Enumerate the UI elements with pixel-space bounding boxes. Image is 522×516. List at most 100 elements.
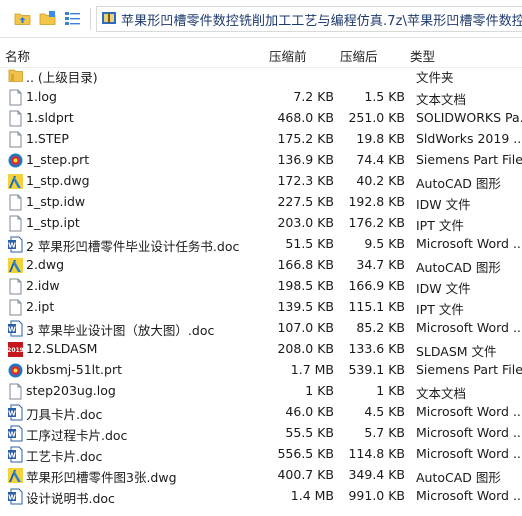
file-size: 203.0 KB	[277, 215, 334, 230]
svg-text:W: W	[8, 410, 16, 418]
file-row[interactable]: 2.dwg 166.8 KB 34.7 KB AutoCAD 图形	[0, 255, 522, 276]
file-compressed-size: 176.2 KB	[348, 215, 405, 230]
file-name: 1.log	[26, 89, 57, 104]
file-compressed-size: 1 KB	[376, 383, 405, 398]
file-size: 166.8 KB	[277, 257, 334, 272]
file-type: Microsoft Word ...	[416, 404, 522, 419]
file-name: 1_stp.dwg	[26, 173, 90, 188]
file-size: 172.3 KB	[277, 173, 334, 188]
file-name: 1_stp.ipt	[26, 215, 80, 230]
file-compressed-size: 133.6 KB	[348, 341, 405, 356]
file-type: SOLIDWORKS Pa...	[416, 110, 522, 125]
address-bar[interactable]: 苹果形凹槽零件数控铣削加工工艺与编程仿真.7z\苹果形凹槽零件数控铣削加	[96, 6, 522, 32]
file-size: 55.5 KB	[285, 425, 334, 440]
file-type: AutoCAD 图形	[416, 260, 501, 275]
file-row[interactable]: W 2 苹果形凹槽零件毕业设计任务书.doc 51.5 KB 9.5 KB Micros…	[0, 234, 522, 255]
siemens-file-icon	[7, 152, 24, 169]
file-name: bkbsmj-51lt.prt	[26, 362, 123, 377]
file-row[interactable]: 1_stp.ipt 203.0 KB 176.2 KB IPT 文件	[0, 213, 522, 234]
file-compressed-size: 251.0 KB	[348, 110, 405, 125]
file-type: 文件夹	[416, 70, 454, 85]
toolbar-separator	[90, 8, 91, 30]
file-compressed-size: 991.0 KB	[348, 488, 405, 503]
archive-icon	[101, 10, 117, 29]
file-row[interactable]: 1.STEP 175.2 KB 19.8 KB SldWorks 2019 ...	[0, 129, 522, 150]
file-row[interactable]: bkbsmj-51lt.prt 1.7 MB 539.1 KB Siemens Par…	[0, 360, 522, 381]
file-compressed-size: 9.5 KB	[364, 236, 405, 251]
svg-text:W: W	[8, 452, 16, 460]
column-type[interactable]: 类型	[410, 46, 435, 65]
file-type: IDW 文件	[416, 281, 471, 296]
file-row[interactable]: W 刀具卡片.doc 46.0 KB 4.5 KB Microsoft Word ...	[0, 402, 522, 423]
grid-view-icon[interactable]	[64, 10, 81, 27]
column-compressed-size[interactable]: 压缩后	[340, 46, 378, 65]
file-list: .. (上级目录) 文件夹 1.log 7.2 KB 1.5 KB 文本文档 1.sldpr…	[0, 65, 522, 507]
file-size: 175.2 KB	[277, 131, 334, 146]
file-size: 556.5 KB	[277, 446, 334, 461]
file-size: 1.4 MB	[290, 488, 334, 503]
file-compressed-size: 115.1 KB	[348, 299, 405, 314]
word-file-icon: W	[7, 320, 24, 337]
column-name[interactable]: 名称	[5, 46, 30, 65]
parent-directory-row[interactable]: .. (上级目录) 文件夹	[0, 65, 522, 87]
file-name: 2.ipt	[26, 299, 55, 314]
file-type: 文本文档	[416, 386, 467, 401]
file-row[interactable]: W 工艺卡片.doc 556.5 KB 114.8 KB Microsoft Word …	[0, 444, 522, 465]
file-name: 2.dwg	[26, 257, 65, 272]
file-name: step203ug.log	[26, 383, 116, 398]
file-row[interactable]: 2.idw 198.5 KB 166.9 KB IDW 文件	[0, 276, 522, 297]
column-header: 名称 压缩前 压缩后 类型	[0, 38, 522, 68]
siemens-file-icon	[7, 362, 24, 379]
text-file-icon	[7, 299, 24, 316]
file-compressed-size: 114.8 KB	[348, 446, 405, 461]
file-row[interactable]: 苹果形凹槽零件图3张.dwg 400.7 KB 349.4 KB AutoCAD 图形	[0, 465, 522, 486]
file-compressed-size: 166.9 KB	[348, 278, 405, 293]
file-row[interactable]: 1.sldprt 468.0 KB 251.0 KB SOLIDWORKS Pa...	[0, 108, 522, 129]
file-name: 工艺卡片.doc	[26, 449, 103, 464]
file-row[interactable]: 1_step.prt 136.9 KB 74.4 KB Siemens Part Fi…	[0, 150, 522, 171]
file-size: 1.7 MB	[290, 362, 334, 377]
file-name: 1_step.prt	[26, 152, 90, 167]
file-name: 12.SLDASM	[26, 341, 98, 356]
file-type: Microsoft Word ...	[416, 425, 522, 440]
file-size: 1 KB	[305, 383, 334, 398]
file-name: 工序过程卡片.doc	[26, 428, 128, 443]
address-path: 苹果形凹槽零件数控铣削加工工艺与编程仿真.7z\苹果形凹槽零件数控铣削加	[121, 13, 522, 29]
text-file-icon	[7, 278, 24, 295]
file-type: AutoCAD 图形	[416, 176, 501, 191]
parent-folder-icon	[7, 67, 24, 84]
autocad-file-icon	[7, 467, 24, 484]
sldasm-file-icon: 2019	[7, 341, 24, 358]
file-name: 2.idw	[26, 278, 60, 293]
file-compressed-size: 74.4 KB	[356, 152, 405, 167]
svg-text:W: W	[8, 431, 16, 439]
file-compressed-size: 19.8 KB	[356, 131, 405, 146]
file-row[interactable]: step203ug.log 1 KB 1 KB 文本文档	[0, 381, 522, 402]
file-row[interactable]: 1_stp.dwg 172.3 KB 40.2 KB AutoCAD 图形	[0, 171, 522, 192]
file-row[interactable]: 2019 12.SLDASM 208.0 KB 133.6 KB SLDASM 文件	[0, 339, 522, 360]
svg-text:W: W	[8, 494, 16, 502]
file-row[interactable]: W 设计说明书.doc 1.4 MB 991.0 KB Microsoft Word .…	[0, 486, 522, 507]
file-type: Microsoft Word ...	[416, 446, 522, 461]
file-row[interactable]: 1.log 7.2 KB 1.5 KB 文本文档	[0, 87, 522, 108]
file-row[interactable]: 2.ipt 139.5 KB 115.1 KB IPT 文件	[0, 297, 522, 318]
column-size[interactable]: 压缩前	[269, 46, 307, 65]
file-type: Siemens Part File	[416, 362, 522, 377]
file-size: 46.0 KB	[285, 404, 334, 419]
file-row[interactable]: W 工序过程卡片.doc 55.5 KB 5.7 KB Microsoft Word .…	[0, 423, 522, 444]
file-row[interactable]: W 3 苹果毕业设计图（放大图）.doc 107.0 KB 85.2 KB Micros…	[0, 318, 522, 339]
file-size: 7.2 KB	[293, 89, 334, 104]
new-folder-icon[interactable]	[39, 10, 56, 27]
file-compressed-size: 40.2 KB	[356, 173, 405, 188]
file-name: 1_stp.idw	[26, 194, 86, 209]
file-name: 设计说明书.doc	[26, 491, 115, 506]
file-type: IPT 文件	[416, 218, 464, 233]
svg-text:W: W	[8, 242, 16, 250]
file-row[interactable]: 1_stp.idw 227.5 KB 192.8 KB IDW 文件	[0, 192, 522, 213]
file-type: SLDASM 文件	[416, 344, 497, 359]
folder-up-icon[interactable]	[14, 10, 31, 27]
text-file-icon	[7, 131, 24, 148]
word-file-icon: W	[7, 404, 24, 421]
file-size: 198.5 KB	[277, 278, 334, 293]
svg-text:W: W	[8, 326, 16, 334]
